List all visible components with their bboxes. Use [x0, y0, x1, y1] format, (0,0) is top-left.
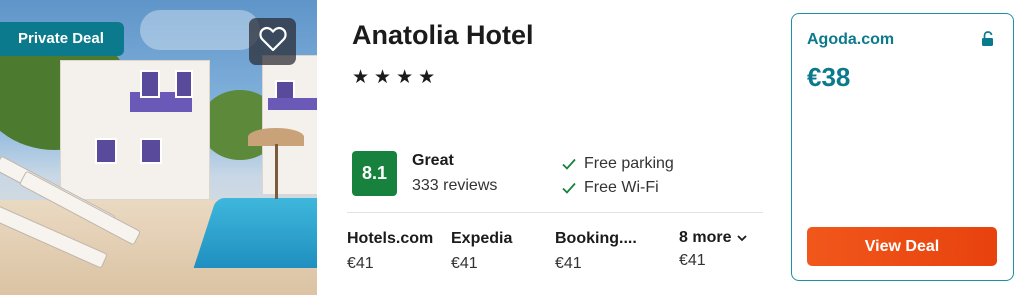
provider-name: Hotels.com: [347, 230, 434, 247]
hotel-result-card: Private Deal Anatolia Hotel ★★★★ 8.1 Gre…: [0, 0, 1024, 295]
divider: [347, 212, 763, 213]
photo-building: [262, 55, 317, 195]
hotel-name[interactable]: Anatolia Hotel: [352, 20, 534, 51]
unlock-icon: [981, 31, 994, 52]
best-deal-panel[interactable]: Agoda.com €38 View Deal: [791, 13, 1014, 281]
checkmark-icon: [562, 182, 584, 194]
rating-label: Great: [412, 152, 454, 169]
photo-window: [140, 138, 162, 164]
photo-window: [175, 70, 193, 98]
amenity-label: Free Wi-Fi: [584, 179, 659, 196]
provider-price: €41: [347, 255, 374, 272]
heart-outline-icon: [258, 26, 287, 57]
photo-window: [140, 70, 160, 98]
provider-offer-hotels-com[interactable]: Hotels.com €41: [347, 230, 433, 273]
photo-umbrella-pole: [275, 144, 278, 199]
hotel-photo[interactable]: Private Deal: [0, 0, 317, 295]
amenity-label: Free parking: [584, 155, 674, 172]
chevron-down-icon: [737, 229, 748, 247]
star-rating: ★★★★: [352, 67, 441, 88]
more-deals-label: 8 more: [679, 229, 732, 246]
deal-price: €38: [807, 62, 851, 92]
rating-score-badge: 8.1: [352, 151, 397, 196]
favorite-button[interactable]: [249, 18, 296, 65]
photo-pool: [193, 198, 317, 268]
view-deal-button[interactable]: View Deal: [807, 227, 997, 266]
photo-window: [95, 138, 117, 164]
review-count[interactable]: 333 reviews: [412, 177, 497, 195]
provider-price: €41: [555, 255, 582, 272]
photo-cloud: [140, 10, 260, 50]
provider-name: Expedia: [451, 230, 513, 247]
provider-price: €41: [451, 255, 478, 272]
private-deal-badge: Private Deal: [0, 22, 124, 56]
provider-name: Booking....: [555, 230, 637, 247]
photo-balcony: [268, 98, 317, 110]
amenity-item: Free parking: [562, 155, 674, 173]
provider-offer-booking[interactable]: Booking.... €41: [555, 230, 637, 273]
provider-offer-expedia[interactable]: Expedia €41: [451, 230, 512, 273]
deal-provider-name: Agoda.com: [807, 31, 895, 48]
amenity-item: Free Wi-Fi: [562, 179, 659, 197]
more-deals-dropdown[interactable]: 8 more €41: [679, 229, 748, 270]
more-deals-price: €41: [679, 252, 706, 269]
checkmark-icon: [562, 158, 584, 170]
